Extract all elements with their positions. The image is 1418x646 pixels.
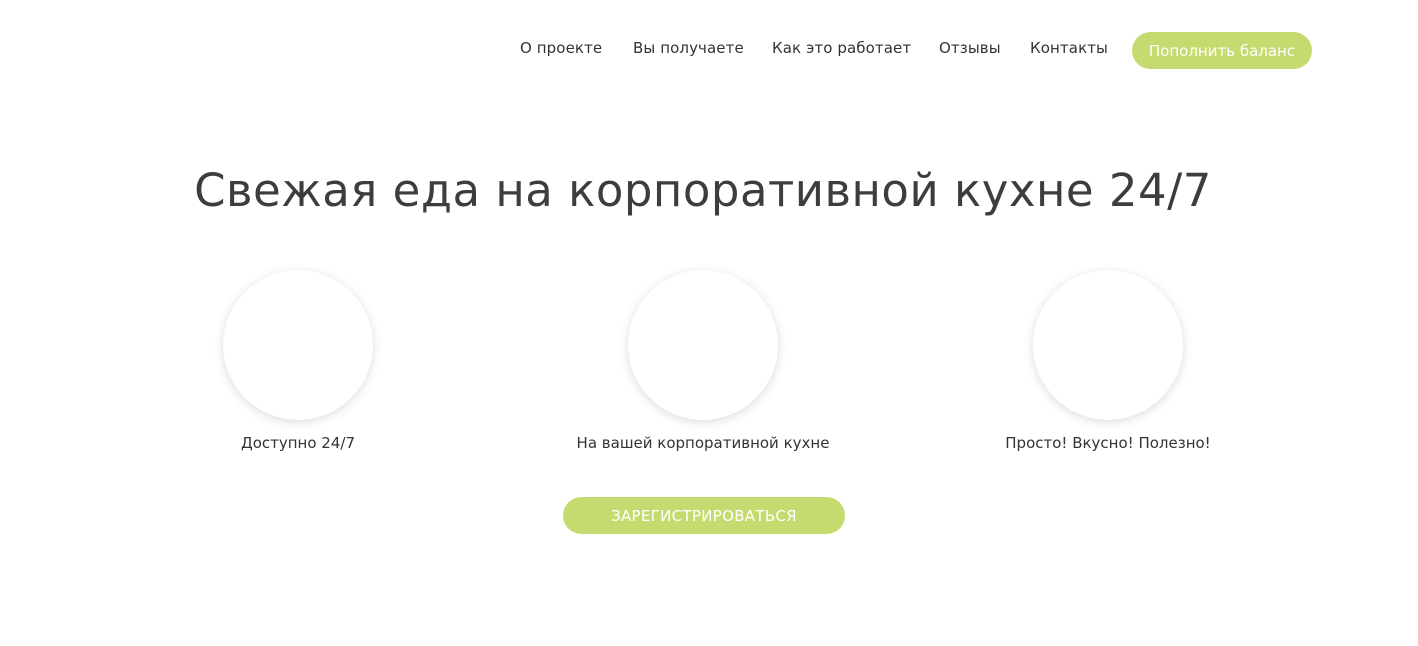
nav-link-how-it-works[interactable]: Как это работает (772, 39, 911, 57)
nav-link-reviews[interactable]: Отзывы (939, 39, 1001, 57)
feature-label: Доступно 24/7 (240, 434, 355, 452)
nav-link-about[interactable]: О проекте (520, 39, 602, 57)
feature-available-24-7: Доступно 24/7 (138, 270, 458, 460)
nav-link-contacts[interactable]: Контакты (1030, 39, 1108, 57)
feature-corporate-kitchen: На вашей корпоративной кухне (543, 270, 863, 460)
landing-page: О проекте Вы получаете Как это работает … (0, 0, 1418, 646)
feature-label: Просто! Вкусно! Полезно! (1005, 434, 1211, 452)
register-button[interactable]: ЗАРЕГИСТРИРОВАТЬСЯ (563, 497, 845, 534)
feature-simple-tasty-healthy: Просто! Вкусно! Полезно! (948, 270, 1268, 460)
feature-image-placeholder (1033, 270, 1183, 420)
feature-image-placeholder (223, 270, 373, 420)
hero-title: Свежая еда на корпоративной кухне 24/7 (194, 164, 1212, 217)
main-nav: О проекте Вы получаете Как это работает … (0, 32, 1418, 69)
feature-image-placeholder (628, 270, 778, 420)
nav-link-benefits[interactable]: Вы получаете (633, 39, 744, 57)
topup-balance-button[interactable]: Пополнить баланс (1132, 32, 1312, 69)
feature-label: На вашей корпоративной кухне (576, 434, 830, 452)
